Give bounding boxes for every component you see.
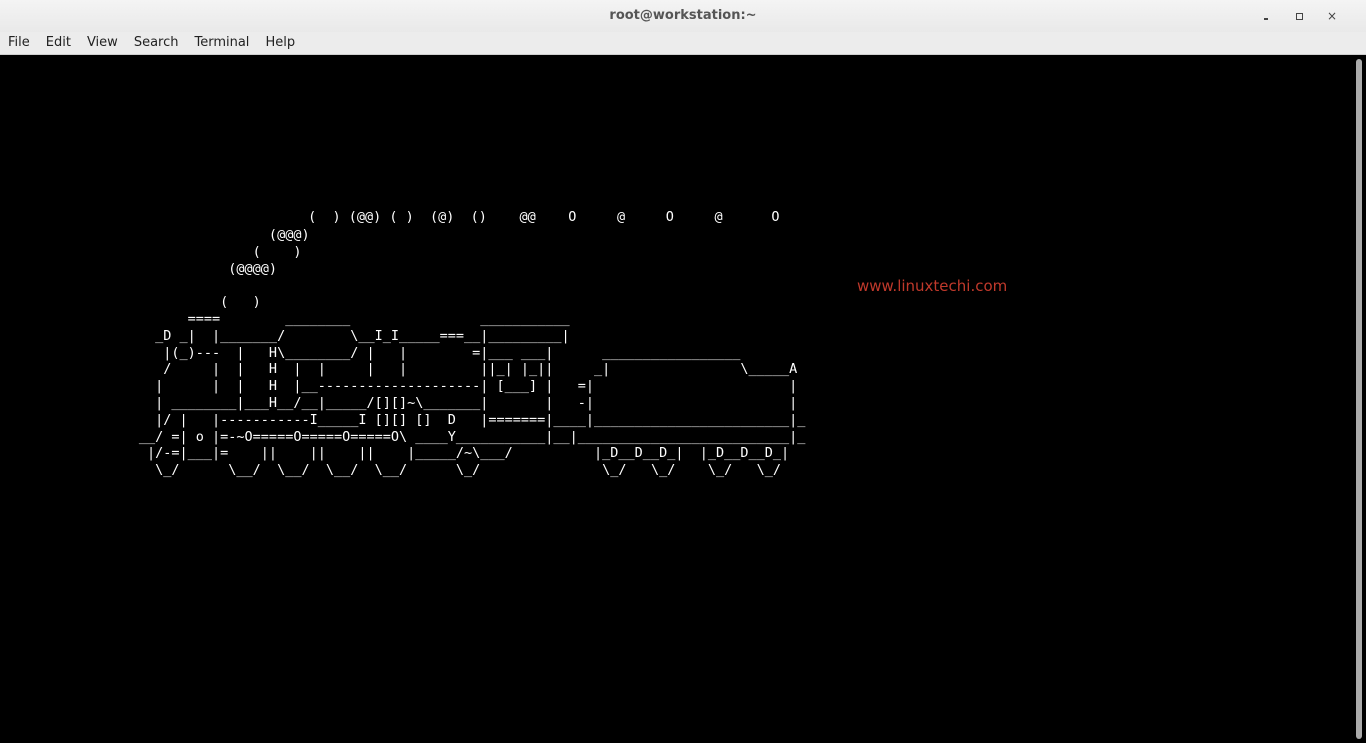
menu-edit[interactable]: Edit — [38, 32, 79, 54]
menu-search[interactable]: Search — [126, 32, 187, 54]
smoke-ascii-line: ( ) (@@) ( ) (@) () @@ O @ O @ O — [300, 209, 780, 225]
menu-help[interactable]: Help — [257, 32, 303, 54]
minimize-button[interactable] — [1250, 4, 1282, 28]
close-icon: × — [1326, 9, 1338, 23]
maximize-icon — [1295, 12, 1303, 20]
menu-terminal[interactable]: Terminal — [186, 32, 257, 54]
window-title: root@workstation:~ — [609, 8, 757, 23]
minimize-icon — [1264, 18, 1268, 20]
menu-bar: File Edit View Search Terminal Help — [0, 32, 1366, 55]
steam-locomotive-ascii-art: (@@@) ( ) (@@@@) ( ) ==== ________ _____… — [138, 227, 806, 479]
watermark-text: www.linuxtechi.com — [857, 277, 1008, 295]
menu-view[interactable]: View — [79, 32, 126, 54]
terminal-window: root@workstation:~ × File Edit View Sear… — [0, 0, 1366, 743]
terminal-scrollbar[interactable] — [1352, 55, 1366, 743]
window-controls: × — [1249, 0, 1348, 32]
scrollbar-thumb[interactable] — [1356, 59, 1362, 739]
menu-file[interactable]: File — [0, 32, 38, 54]
close-button[interactable]: × — [1316, 4, 1348, 28]
title-bar[interactable]: root@workstation:~ × — [0, 0, 1366, 32]
maximize-button[interactable] — [1283, 4, 1315, 28]
